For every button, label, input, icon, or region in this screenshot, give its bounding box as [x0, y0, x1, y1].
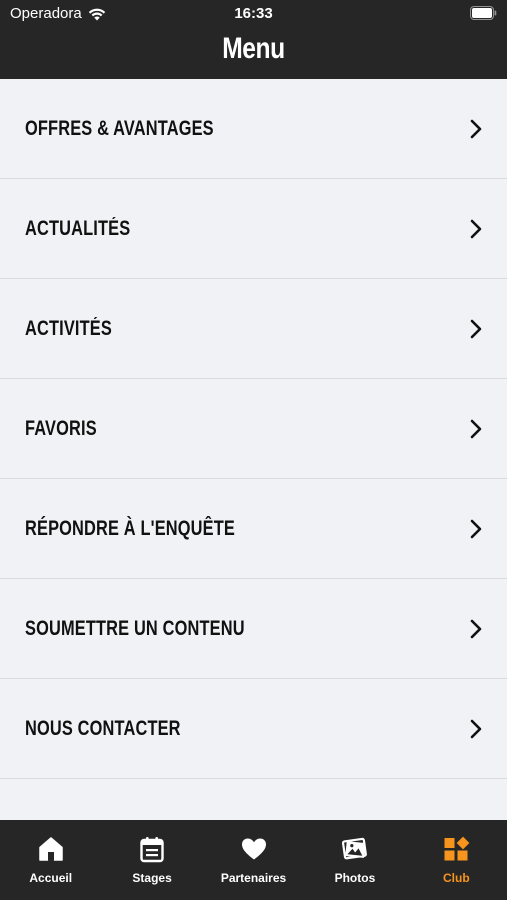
tab-label: Photos: [334, 871, 376, 885]
menu-item-favoris[interactable]: FAVORIS: [0, 379, 507, 479]
status-bar: Operadora 16:33: [0, 0, 507, 28]
calendar-icon: [140, 837, 164, 863]
chevron-right-icon: [470, 119, 482, 139]
menu-item-offres-avantages[interactable]: OFFRES & AVANTAGES: [0, 79, 507, 179]
tab-stages[interactable]: Stages: [101, 820, 202, 900]
chevron-right-icon: [470, 419, 482, 439]
club-grid-icon: [444, 836, 470, 861]
header: Operadora 16:33 Menu: [0, 0, 507, 79]
menu-item-activites[interactable]: ACTIVITÉS: [0, 279, 507, 379]
home-icon: [38, 837, 63, 861]
menu-item-label: ACTIVITÉS: [25, 317, 112, 340]
battery-icon: [470, 6, 497, 20]
menu-item-label: FAVORIS: [25, 417, 97, 440]
tab-label: Partenaires: [220, 871, 287, 885]
chevron-right-icon: [470, 219, 482, 239]
tab-accueil[interactable]: Accueil: [0, 820, 101, 900]
menu-item-label: OFFRES & AVANTAGES: [25, 117, 214, 140]
tab-club[interactable]: Club: [406, 820, 507, 900]
tab-photos[interactable]: Photos: [304, 820, 405, 900]
menu-item-repondre-enquete[interactable]: RÉPONDRE À L'ENQUÊTE: [0, 479, 507, 579]
tab-label: Club: [442, 871, 470, 885]
menu-item-label: SOUMETTRE UN CONTENU: [25, 617, 245, 640]
chevron-right-icon: [470, 519, 482, 539]
tab-label: Accueil: [29, 871, 73, 885]
chevron-right-icon: [470, 319, 482, 339]
tab-partenaires[interactable]: Partenaires: [203, 820, 304, 900]
page-title: Menu: [222, 32, 285, 65]
tab-label: Stages: [132, 871, 172, 885]
menu-item-label: ACTUALITÉS: [25, 217, 131, 240]
tab-bar: Accueil Stages Partenaires Photos Club: [0, 820, 507, 900]
chevron-right-icon: [470, 619, 482, 639]
chevron-right-icon: [470, 719, 482, 739]
status-time: 16:33: [234, 5, 273, 22]
heart-icon: [241, 838, 266, 860]
menu-item-label: NOUS CONTACTER: [25, 717, 181, 740]
menu-list: OFFRES & AVANTAGES ACTUALITÉS ACTIVITÉS …: [0, 79, 507, 779]
photos-icon: [341, 837, 367, 860]
menu-item-actualites[interactable]: ACTUALITÉS: [0, 179, 507, 279]
menu-item-soumettre-contenu[interactable]: SOUMETTRE UN CONTENU: [0, 579, 507, 679]
menu-item-label: RÉPONDRE À L'ENQUÊTE: [25, 517, 235, 540]
menu-item-nous-contacter[interactable]: NOUS CONTACTER: [0, 679, 507, 779]
